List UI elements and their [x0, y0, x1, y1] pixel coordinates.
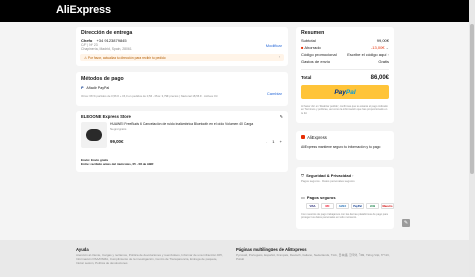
footer-sites-text[interactable]: Русский, Português, Español, Français, D… — [236, 253, 396, 265]
shipping-value: Gratis — [378, 59, 389, 64]
savings-label: Ahorrado — [304, 45, 321, 50]
payment-note: Otros: 68 % partidos de 0,56 € + 15,0 en… — [81, 94, 218, 98]
shipping-label: Gastos de envío — [301, 59, 331, 64]
shield-icon: ⛉ — [301, 173, 304, 178]
qty-value[interactable]: 1 — [272, 139, 274, 144]
store-header[interactable]: ELEOONE Express Store — [81, 114, 131, 119]
trust-brand: AliExpress — [307, 135, 327, 140]
order-disclaimer: Al hacer clic en 'Realizar pedido', conf… — [301, 105, 388, 115]
jcb-logo: JCB — [366, 203, 379, 209]
address-phone: +34 9123879845 — [96, 38, 127, 43]
address-warning[interactable]: ⚠ Por favor, actualiza tu dirección para… — [80, 54, 284, 61]
total-label: Total — [301, 75, 312, 80]
chevron-right-icon: › — [352, 173, 354, 178]
product-image[interactable] — [81, 122, 107, 148]
qty-decrease-button[interactable]: - — [266, 139, 267, 144]
paypal-method-label: Añadir PayPal — [86, 86, 110, 90]
card-icon: ▭ — [301, 195, 305, 200]
subtotal-value: 99,00€ — [376, 38, 389, 43]
security-card: ⛉ Seguridad & Privacidad › Pagos seguros… — [296, 167, 394, 229]
scrollbar-thumb[interactable] — [470, 24, 474, 174]
summary-title: Resumen — [301, 30, 325, 36]
subtotal-row: Subtotal 99,00€ — [301, 38, 389, 43]
summary-divider — [301, 69, 389, 70]
address-warning-text: Por favor, actualiza tu dirección para r… — [87, 56, 166, 60]
coupon-input[interactable]: Escribe el código aquí — [347, 52, 386, 57]
footer-sites-title: Páginas multilingües de AliExpress — [236, 247, 307, 252]
paypal-method[interactable]: P Añadir PayPal — [81, 86, 109, 90]
paypal-logo: PayPal — [351, 203, 364, 209]
subtotal-label: Subtotal — [301, 38, 316, 43]
paypal-pay-text: Pay — [334, 88, 346, 96]
change-payment-link[interactable]: Cambiar — [267, 91, 282, 96]
paypal-icon: P — [81, 86, 84, 90]
aliexpress-small-icon — [301, 135, 305, 139]
coupon-row[interactable]: Código promocional Escribe el código aqu… — [301, 52, 389, 57]
product-variant[interactable]: Negro/gratis — [110, 127, 126, 131]
footer: Ayuda Atención al cliente, Cargas y recl… — [0, 240, 475, 277]
page-scrollbar[interactable] — [469, 0, 475, 277]
savings-row[interactable]: ■ Ahorrado -13,00€ ⌄ — [301, 45, 389, 50]
security-row[interactable]: ⛉ Seguridad & Privacidad › — [301, 173, 354, 178]
security-desc: Pagos seguros · Datos personales seguros — [301, 179, 355, 183]
store-card: ELEOONE Express Store ✎ HUAWEI FreeBuds … — [76, 111, 288, 172]
summary-card: Resumen Subtotal 99,00€ ■ Ahorrado -13,0… — [296, 27, 394, 123]
coupon-label: Código promocional — [301, 52, 337, 57]
earbuds-case-icon — [86, 129, 102, 141]
paypal-button[interactable]: Pay Pal — [301, 85, 389, 99]
qty-increase-button[interactable]: + — [280, 139, 282, 144]
chevron-right-icon: › — [386, 52, 389, 57]
total-row: Total 86,00€ — [301, 75, 389, 81]
aliexpress-logo[interactable]: AliExpress — [56, 4, 111, 16]
edit-float-icon[interactable]: ✎ — [402, 219, 410, 227]
amex-logo: AMEX — [336, 203, 349, 209]
secure-payments-note: Con nuestros de pago trabajamos con las … — [301, 213, 388, 220]
mastercard-logo: MC — [321, 203, 334, 209]
savings-value: -13,00€ — [370, 45, 385, 50]
shipping-row: Gastos de envío Gratis — [301, 59, 389, 64]
address-line2: Chapinería, Madrid, Spain, 28061 — [81, 47, 132, 51]
delivery-estimate: Entre: recibido antes del miércoles, 05 … — [81, 162, 154, 166]
trust-card: AliExpress AliExpress mantiene seguro tu… — [296, 131, 394, 160]
security-title: Seguridad & Privacidad — [306, 173, 352, 178]
edit-address-link[interactable]: Modificar — [266, 43, 282, 48]
payment-logos: VISA MC AMEX PayPal JCB Maestro — [306, 203, 396, 209]
quantity-stepper: - 1 + — [266, 139, 282, 144]
secure-payments-row: ▭ Pagos seguros — [301, 195, 336, 200]
secure-payments-title: Pagos seguros — [306, 195, 336, 200]
top-bar: AliExpress — [0, 0, 475, 22]
edit-icon[interactable]: ✎ — [280, 114, 283, 119]
product-price: 99,00€ — [110, 139, 124, 144]
chevron-right-icon: › — [278, 55, 280, 59]
trust-tagline: AliExpress mantiene seguro tu informació… — [301, 145, 381, 149]
address-card: Dirección de entrega Chefo +34 912387984… — [76, 27, 288, 66]
payment-card: Métodos de pago P Añadir PayPal Cambiar … — [76, 72, 288, 106]
footer-help-title: Ayuda — [76, 247, 89, 252]
trust-header: AliExpress — [301, 135, 327, 140]
payment-title: Métodos de pago — [81, 76, 124, 82]
footer-help-text[interactable]: Atención al cliente, Cargas y reclamos, … — [76, 253, 226, 270]
visa-logo: VISA — [306, 203, 319, 209]
chevron-down-icon: ⌄ — [384, 45, 389, 50]
product-title[interactable]: HUAWEI FreeBuds 6 Cancelación de ruido i… — [110, 122, 282, 126]
total-value: 86,00€ — [370, 75, 389, 81]
address-title: Dirección de entrega — [81, 30, 133, 36]
maestro-logo: Maestro — [381, 203, 394, 209]
paypal-pal-text: Pal — [345, 88, 356, 96]
store-name: ELEOONE Express Store — [81, 114, 131, 119]
